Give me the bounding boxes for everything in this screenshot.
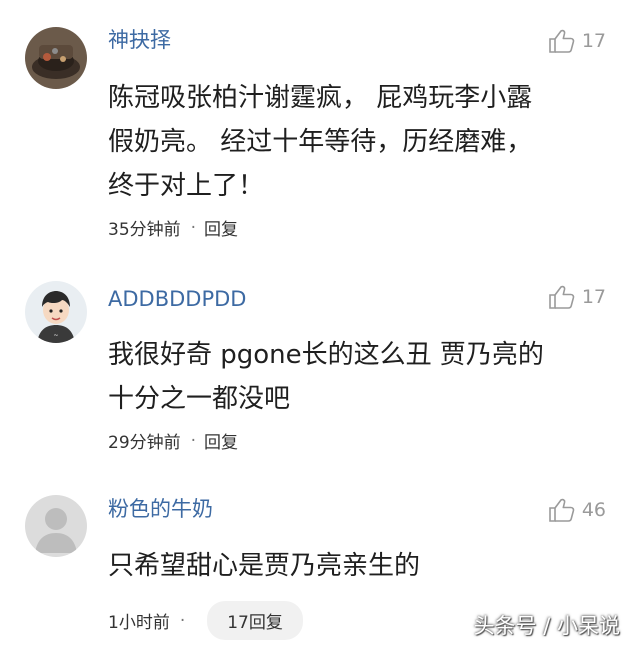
dark-food-photo-avatar-icon [25, 27, 87, 89]
timestamp: 29分钟前 [108, 433, 181, 453]
svg-text:~: ~ [53, 332, 58, 339]
avatar[interactable] [25, 495, 87, 557]
thumbs-up-icon [549, 498, 575, 522]
timestamp: 35分钟前 [108, 220, 181, 240]
comment-meta: 35分钟前 · 回复 [108, 215, 238, 241]
comment-line: 我很好奇 pgone长的这么丑 贾乃亮的 [108, 340, 544, 370]
reply-button[interactable]: 回复 [204, 215, 238, 240]
like-count: 46 [581, 499, 606, 521]
comment-item: 神抉择 17 陈冠吸张柏汁谢霆疯， 屁鸡玩李小露 假奶亮。 经过十年等待，历经磨… [0, 0, 640, 250]
comment-line: 假奶亮。 经过十年等待，历经磨难， [108, 127, 533, 157]
reply-button[interactable]: 回复 [204, 428, 238, 453]
comment-line: 陈冠吸张柏汁谢霆疯， 屁鸡玩李小露 [108, 83, 533, 113]
comment-text: 我很好奇 pgone长的这么丑 贾乃亮的 十分之一都没吧 [108, 333, 608, 421]
default-user-avatar-icon [25, 495, 87, 557]
like-count: 17 [581, 30, 606, 52]
separator-dot: · [190, 217, 197, 238]
watermark: 头条号 / 小呆说 [473, 614, 620, 638]
comment-meta: 1小时前 · 17回复 [108, 601, 303, 640]
like-count: 17 [581, 286, 606, 308]
avatar[interactable] [25, 27, 87, 89]
avatar[interactable]: ~ [25, 281, 87, 343]
separator-dot: · [190, 430, 197, 451]
separator-dot: · [179, 610, 186, 631]
replies-button[interactable]: 17回复 [207, 601, 303, 640]
comment-line: 终于对上了！ [108, 171, 265, 201]
comment-line: 十分之一都没吧 [108, 384, 291, 414]
username[interactable]: 粉色的牛奶 [108, 496, 213, 522]
like-button[interactable]: 17 [548, 28, 606, 54]
timestamp: 1小时前 [108, 613, 170, 633]
thumbs-up-icon [549, 29, 575, 53]
username[interactable]: 神抉择 [108, 27, 171, 53]
like-button[interactable]: 46 [548, 497, 606, 523]
comment-item: ~ ADDBDDPDD 17 我很好奇 pgone长的这么丑 贾乃亮的 十分之一… [0, 250, 640, 465]
cartoon-boy-avatar-icon: ~ [25, 281, 87, 343]
comment-meta: 29分钟前 · 回复 [108, 428, 238, 454]
comment-text: 只希望甜心是贾乃亮亲生的 [108, 544, 608, 588]
comment-text: 陈冠吸张柏汁谢霆疯， 屁鸡玩李小露 假奶亮。 经过十年等待，历经磨难， 终于对上… [108, 76, 608, 208]
thumbs-up-icon [549, 285, 575, 309]
like-button[interactable]: 17 [548, 284, 606, 310]
comment-line: 只希望甜心是贾乃亮亲生的 [108, 551, 421, 581]
username[interactable]: ADDBDDPDD [108, 286, 246, 312]
